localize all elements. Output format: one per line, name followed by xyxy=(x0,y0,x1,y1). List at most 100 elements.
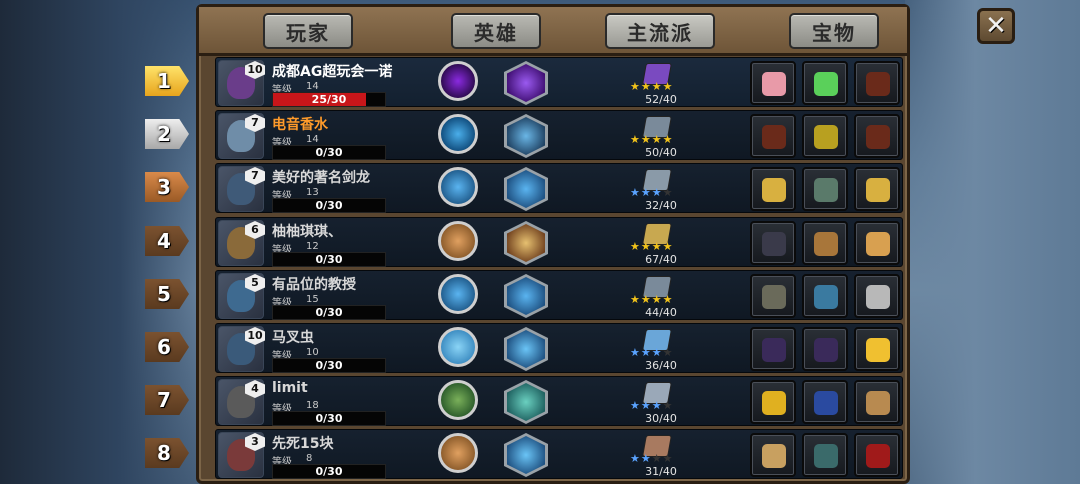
treasure-slot[interactable] xyxy=(854,221,900,265)
boot-icon xyxy=(762,125,786,149)
close-button[interactable]: ✕ xyxy=(977,8,1015,44)
style-progress: 31/40 xyxy=(645,465,677,478)
style-progress: 50/40 xyxy=(645,146,677,159)
hero-portrait[interactable]: 7 xyxy=(218,113,265,159)
talent-icon[interactable] xyxy=(504,61,548,105)
crest-icon xyxy=(814,444,838,468)
star-icon: ★ xyxy=(651,399,663,412)
player-row[interactable]: 4 limit 等级 18 0/30 ★★★★ 30/40 xyxy=(215,376,903,426)
treasure-slot[interactable] xyxy=(802,114,848,158)
talent-icon[interactable] xyxy=(504,327,548,371)
player-level: 18 xyxy=(306,400,319,411)
treasure-slot[interactable] xyxy=(802,327,848,371)
boot-icon xyxy=(866,72,890,96)
treasure-slot[interactable] xyxy=(750,327,796,371)
rank-number: 7 xyxy=(157,388,171,412)
treasure-slot[interactable] xyxy=(750,114,796,158)
tab-treasures[interactable]: 宝物 xyxy=(789,13,879,49)
skill-icon[interactable] xyxy=(438,167,478,207)
talent-icon[interactable] xyxy=(504,167,548,211)
star-icon: ★ xyxy=(662,133,674,146)
tab-players[interactable]: 玩家 xyxy=(263,13,353,49)
talent-icon[interactable] xyxy=(504,433,548,477)
rank-number: 4 xyxy=(157,229,171,253)
player-row[interactable]: 6 柚柚琪琪、 等级 12 0/30 ★★★★ 67/40 xyxy=(215,217,903,267)
player-row[interactable]: 3 先死15块 等级 8 0/30 ★★★★ 31/40 xyxy=(215,429,903,479)
player-row[interactable]: 10 马叉虫 等级 10 0/30 ★★★★ 36/40 xyxy=(215,323,903,373)
player-level: 8 xyxy=(306,453,313,464)
treasure-slot[interactable] xyxy=(750,221,796,265)
player-name: 先死15块 xyxy=(272,436,334,452)
rank-number: 6 xyxy=(157,335,171,359)
talent-icon-fill xyxy=(507,277,545,315)
treasure-slot[interactable] xyxy=(750,167,796,211)
skill-icon[interactable] xyxy=(438,433,478,473)
treasure-slot[interactable] xyxy=(750,61,796,105)
star-icon: ★ xyxy=(651,186,663,199)
hero-portrait[interactable]: 10 xyxy=(218,326,265,372)
xp-text: 0/30 xyxy=(315,253,343,266)
xp-bar: 0/30 xyxy=(272,145,386,160)
treasure-slot[interactable] xyxy=(854,114,900,158)
star-icon: ★ xyxy=(651,346,663,359)
style-stars: ★★★★ xyxy=(630,347,690,358)
rank-number: 5 xyxy=(157,282,171,306)
treasure-slot[interactable] xyxy=(854,61,900,105)
hero-portrait[interactable]: 6 xyxy=(218,220,265,266)
treasure-slot[interactable] xyxy=(802,167,848,211)
treasure-slot[interactable] xyxy=(854,167,900,211)
treasure-slot[interactable] xyxy=(802,274,848,318)
leaderboard-panel: 玩家 英雄 主流派 宝物 10 成都AG超玩会一诺 等级 14 25/30 ★★… xyxy=(196,4,910,484)
hero-portrait[interactable]: 10 xyxy=(218,60,265,106)
treasure-slot[interactable] xyxy=(802,221,848,265)
skill-icon[interactable] xyxy=(438,327,478,367)
rank-number: 2 xyxy=(157,122,171,146)
player-row[interactable]: 5 有品位的教授 等级 15 0/30 ★★★★ 44/40 xyxy=(215,270,903,320)
player-level: 14 xyxy=(306,134,319,145)
player-name: 美好的著名剑龙 xyxy=(272,170,370,186)
star-icon: ★ xyxy=(640,293,652,306)
hero-portrait[interactable]: 5 xyxy=(218,273,265,319)
talent-icon-fill xyxy=(507,330,545,368)
skill-icon[interactable] xyxy=(438,380,478,420)
tab-bar: 玩家 英雄 主流派 宝物 xyxy=(199,7,907,56)
treasure-slot[interactable] xyxy=(854,380,900,424)
close-icon: ✕ xyxy=(985,11,1007,41)
style-stars: ★★★★ xyxy=(630,81,690,92)
style-stars: ★★★★ xyxy=(630,400,690,411)
xp-bar: 0/30 xyxy=(272,358,386,373)
tab-main-style[interactable]: 主流派 xyxy=(605,13,715,49)
tab-heroes[interactable]: 英雄 xyxy=(451,13,541,49)
hero-portrait[interactable]: 4 xyxy=(218,379,265,425)
xp-bar: 0/30 xyxy=(272,198,386,213)
treasure-slot[interactable] xyxy=(750,380,796,424)
player-row[interactable]: 7 美好的著名剑龙 等级 13 0/30 ★★★★ 32/40 xyxy=(215,163,903,213)
player-row[interactable]: 10 成都AG超玩会一诺 等级 14 25/30 ★★★★ 52/40 xyxy=(215,57,903,107)
treasure-slot[interactable] xyxy=(854,274,900,318)
treasure-slot[interactable] xyxy=(802,433,848,477)
treasure-slot[interactable] xyxy=(854,433,900,477)
treasure-slot[interactable] xyxy=(802,61,848,105)
skill-icon[interactable] xyxy=(438,61,478,101)
xp-bar: 25/30 xyxy=(272,92,386,107)
player-level: 14 xyxy=(306,81,319,92)
talent-icon[interactable] xyxy=(504,114,548,158)
hero-portrait[interactable]: 3 xyxy=(218,432,265,478)
treasure-slot[interactable] xyxy=(750,433,796,477)
hero-portrait[interactable]: 7 xyxy=(218,166,265,212)
treasure-slot[interactable] xyxy=(802,380,848,424)
skill-icon[interactable] xyxy=(438,274,478,314)
talent-icon[interactable] xyxy=(504,221,548,265)
player-row[interactable]: 7 电音香水 等级 14 0/30 ★★★★ 50/40 xyxy=(215,110,903,160)
treasure-slot[interactable] xyxy=(750,274,796,318)
skill-icon[interactable] xyxy=(438,221,478,261)
talent-icon[interactable] xyxy=(504,380,548,424)
xp-bar: 0/30 xyxy=(272,305,386,320)
star-icon: ★ xyxy=(662,346,674,359)
talent-icon[interactable] xyxy=(504,274,548,318)
star-icon: ★ xyxy=(640,240,652,253)
red-hood-icon xyxy=(866,444,890,468)
treasure-slot[interactable] xyxy=(854,327,900,371)
skill-icon[interactable] xyxy=(438,114,478,154)
player-level: 15 xyxy=(306,294,319,305)
